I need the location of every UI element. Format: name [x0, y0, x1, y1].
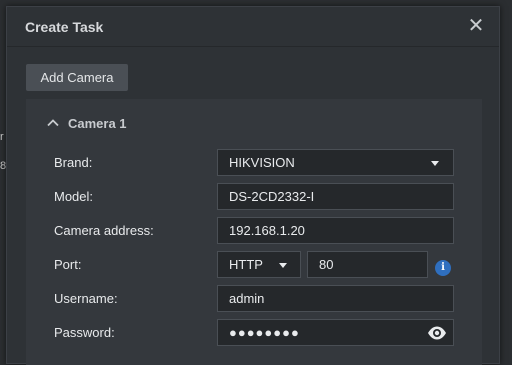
- info-icon[interactable]: i: [435, 260, 451, 276]
- username-label: Username:: [54, 291, 118, 306]
- model-value: DS-2CD2332-I: [229, 189, 315, 204]
- password-field[interactable]: ●●●●●●●●: [217, 319, 454, 346]
- chevron-down-icon: [279, 263, 287, 268]
- port-number-field[interactable]: 80: [307, 251, 428, 278]
- brand-label: Brand:: [54, 155, 93, 170]
- camera-address-field[interactable]: 192.168.1.20: [217, 217, 454, 244]
- camera-section-toggle[interactable]: Camera 1: [46, 114, 127, 132]
- username-value: admin: [229, 291, 265, 306]
- model-field[interactable]: DS-2CD2332-I: [217, 183, 454, 210]
- camera-title: Camera 1: [68, 115, 127, 131]
- chevron-up-icon: [47, 119, 59, 127]
- camera-panel: Camera 1 Brand: HIKVISION Model: DS-2CD2…: [26, 99, 482, 365]
- port-number-value: 80: [319, 257, 334, 272]
- dialog-header: Create Task ✕: [7, 7, 499, 47]
- camera-address-label: Camera address:: [54, 223, 154, 238]
- brand-value: HIKVISION: [229, 155, 295, 170]
- add-camera-button[interactable]: Add Camera: [26, 64, 128, 91]
- model-label: Model:: [54, 189, 94, 204]
- port-label: Port:: [54, 257, 82, 272]
- camera-address-value: 192.168.1.20: [229, 223, 305, 238]
- username-field[interactable]: admin: [217, 285, 454, 312]
- chevron-down-icon: [431, 161, 439, 166]
- password-value: ●●●●●●●●: [229, 325, 300, 340]
- brand-select[interactable]: HIKVISION: [217, 149, 454, 176]
- close-icon[interactable]: ✕: [467, 16, 485, 36]
- eye-icon[interactable]: [427, 325, 447, 341]
- port-protocol-value: HTTP: [229, 257, 263, 272]
- password-label: Password:: [54, 325, 115, 340]
- port-protocol-select[interactable]: HTTP: [217, 251, 301, 278]
- dialog-title: Create Task: [25, 19, 104, 35]
- create-task-dialog: Create Task ✕ Add Camera Camera 1 Brand:…: [6, 6, 500, 365]
